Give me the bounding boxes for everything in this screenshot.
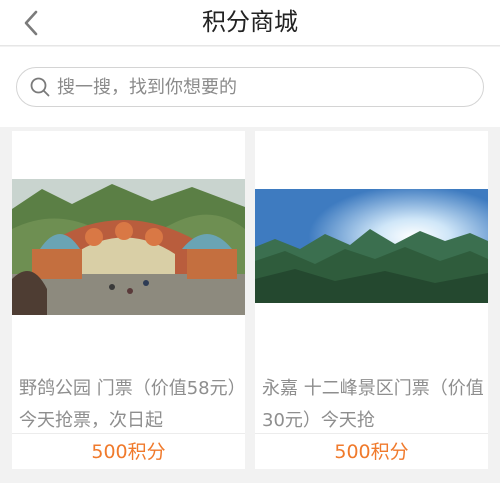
product-image[interactable] [255,189,488,303]
product-title: 永嘉 十二峰景区门票（价值30元）今天抢 [262,378,484,431]
page-title: 积分商城 [202,8,298,36]
top-navigation-bar: 积分商城 [0,0,500,46]
search-section [0,47,500,127]
product-price: 500积分 [91,441,166,463]
search-bar[interactable] [16,67,484,107]
points-mall-page: 积分商城 搜一搜，找到你想要的 野鸽公园 门票（价值58元）今天抢票，次日起 5… [0,0,500,483]
product-image-area [255,131,488,363]
product-image[interactable] [12,179,245,315]
product-card[interactable]: 野鸽公园 门票（价值58元）今天抢票，次日起 500积分 [12,131,245,469]
product-price: 500积分 [334,441,409,463]
product-card[interactable]: 永嘉 十二峰景区门票（价值30元）今天抢 500积分 [255,131,488,469]
card-divider [255,433,488,434]
product-image-area [12,131,245,363]
search-icon [29,76,51,98]
search-input[interactable] [57,76,457,98]
product-grid: 野鸽公园 门票（价值58元）今天抢票，次日起 500积分 永嘉 十二峰景区门票（… [0,128,500,483]
product-title: 野鸽公园 门票（价值58元）今天抢票，次日起 [19,378,237,431]
card-divider [12,433,245,434]
